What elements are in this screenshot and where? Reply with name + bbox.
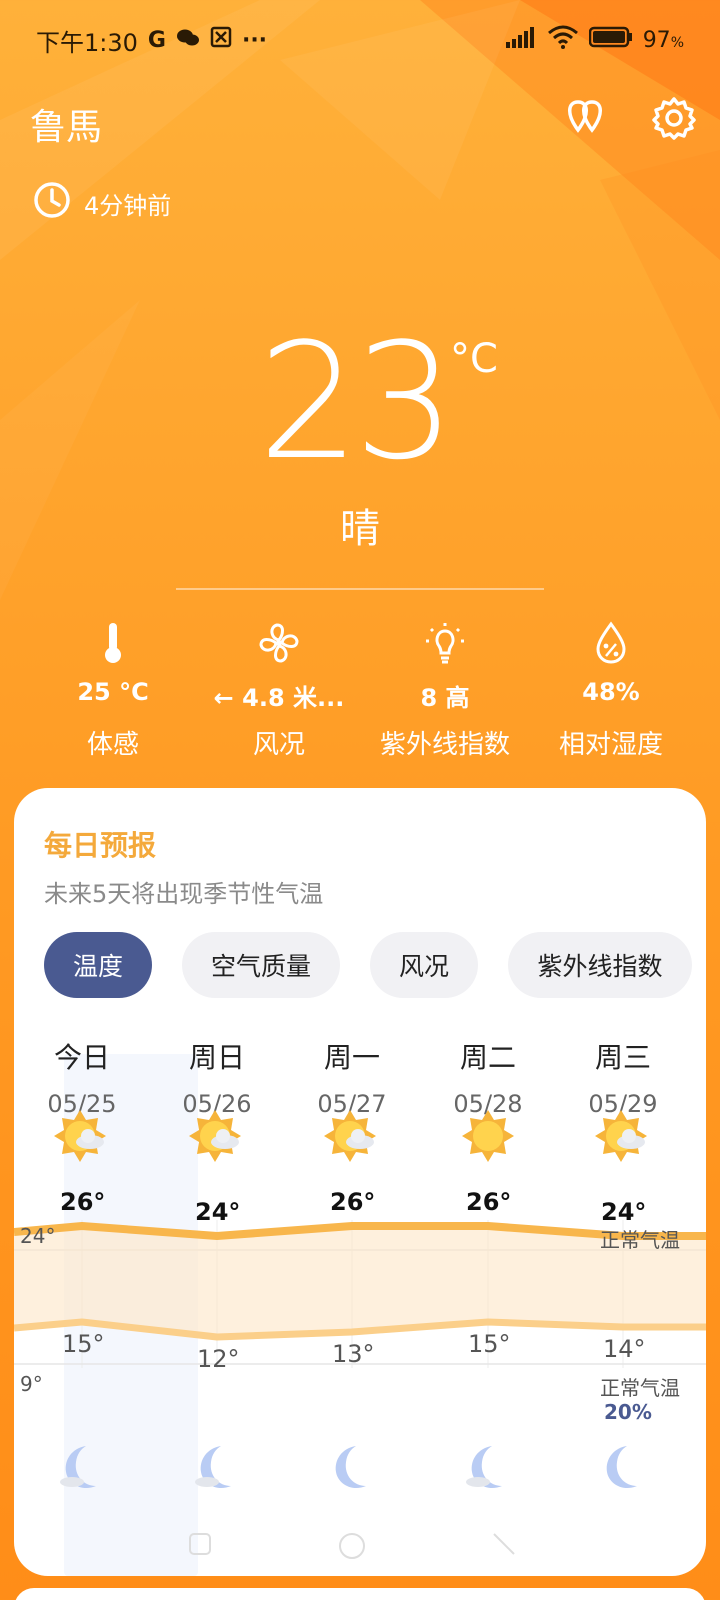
precipitation-chance: 20% [604, 1400, 652, 1424]
high-temp-label: 26° [60, 1188, 106, 1216]
app-icon [210, 26, 232, 54]
clock-icon [32, 180, 72, 226]
moon-icon [326, 1442, 378, 1494]
forecast-day[interactable]: 周二 05/28 [419, 1036, 557, 1118]
metric-feels-like[interactable]: 25 °C 体感 [30, 620, 196, 761]
metric-value: ← 4.8 米... [213, 684, 345, 710]
metric-label: 风况 [252, 730, 305, 760]
forecast-day[interactable]: 周一 05/27 [283, 1036, 421, 1118]
signal-icon [505, 26, 537, 54]
back-icon [490, 1530, 518, 1562]
forecast-day[interactable]: 周三 05/29 [554, 1036, 692, 1118]
low-temp-label: 15° [468, 1330, 511, 1358]
thermometer-icon [30, 620, 196, 666]
droplet-icon [528, 620, 694, 666]
city-name[interactable]: 鲁馬 [30, 98, 102, 150]
high-temp-label: 24° [195, 1198, 241, 1226]
temperature-unit: °C [450, 336, 498, 382]
day-name: 今日 [53, 1041, 110, 1074]
normal-low-label: 正常气温 [600, 1376, 680, 1400]
day-name: 周日 [188, 1041, 245, 1074]
metric-label: 紫外线指数 [379, 730, 510, 760]
low-temp-label: 13° [332, 1340, 375, 1368]
updated-text: 4分钟前 [84, 191, 172, 220]
wifi-icon [547, 25, 579, 55]
metric-value: 25 °C [77, 678, 149, 706]
day-name: 周三 [594, 1041, 651, 1074]
forecast-day[interactable]: 周日 05/26 [148, 1036, 286, 1118]
normal-high-value: 24° [20, 1224, 56, 1248]
next-card [14, 1588, 706, 1600]
status-bar: 下午1:30 G ··· 97% [0, 0, 720, 80]
moon-cloud-icon [191, 1442, 243, 1494]
current-temperature: 23 [258, 308, 456, 495]
weather-condition: 晴 [340, 506, 380, 552]
metric-uv[interactable]: 8 高 紫外线指数 [362, 620, 528, 761]
low-temp-label: 14° [603, 1335, 646, 1363]
wechat-icon [176, 26, 200, 54]
low-temp-label: 12° [197, 1345, 240, 1373]
forecast-day[interactable]: 今日 05/25 [14, 1036, 151, 1118]
sun-icon [460, 1108, 516, 1164]
metrics-row: 25 °C 体感 ← 4.8 米... 风况 8 高 紫外线指数 48% 相对湿… [0, 620, 720, 761]
day-name: 周一 [323, 1041, 380, 1074]
location-pins-icon[interactable] [562, 96, 610, 144]
metric-value: 8 高 [420, 684, 470, 710]
normal-low-value: 9° [20, 1372, 43, 1396]
moon-cloud-icon [462, 1442, 514, 1494]
metric-value: 48% [582, 678, 640, 706]
google-icon: G [147, 27, 166, 53]
high-temp-label: 26° [466, 1188, 512, 1216]
metric-label: 体感 [86, 730, 139, 760]
last-updated: 4分钟前 [32, 180, 171, 226]
high-temp-label: 24° [601, 1198, 647, 1226]
daily-forecast-card: 每日预报 未来5天将出现季节性气温 温度 空气质量 风况 紫外线指数 今日 05/… [14, 788, 706, 1576]
more-indicators-icon: ··· [241, 27, 268, 53]
metric-wind[interactable]: ← 4.8 米... 风况 [196, 620, 362, 761]
metric-label: 相对湿度 [558, 730, 663, 760]
gear-icon[interactable] [652, 96, 700, 144]
home-icon [336, 1530, 368, 1566]
sun-cloud-icon [595, 1108, 651, 1164]
battery-icon [588, 26, 633, 54]
divider [176, 588, 544, 590]
recent-apps-icon [186, 1530, 214, 1562]
metric-humidity[interactable]: 48% 相对湿度 [528, 620, 694, 761]
high-temp-label: 26° [330, 1188, 376, 1216]
battery-level: 97 [642, 27, 671, 53]
fan-icon [196, 620, 362, 666]
sun-cloud-icon [54, 1108, 110, 1164]
low-temp-label: 15° [62, 1330, 105, 1358]
bulb-icon [362, 620, 528, 666]
sun-cloud-icon [189, 1108, 245, 1164]
normal-high-label: 正常气温 [600, 1228, 680, 1252]
status-time: 下午1:30 [36, 28, 138, 57]
sun-cloud-icon [324, 1108, 380, 1164]
moon-icon [597, 1442, 649, 1494]
day-name: 周二 [459, 1041, 516, 1074]
moon-cloud-icon [56, 1442, 108, 1494]
